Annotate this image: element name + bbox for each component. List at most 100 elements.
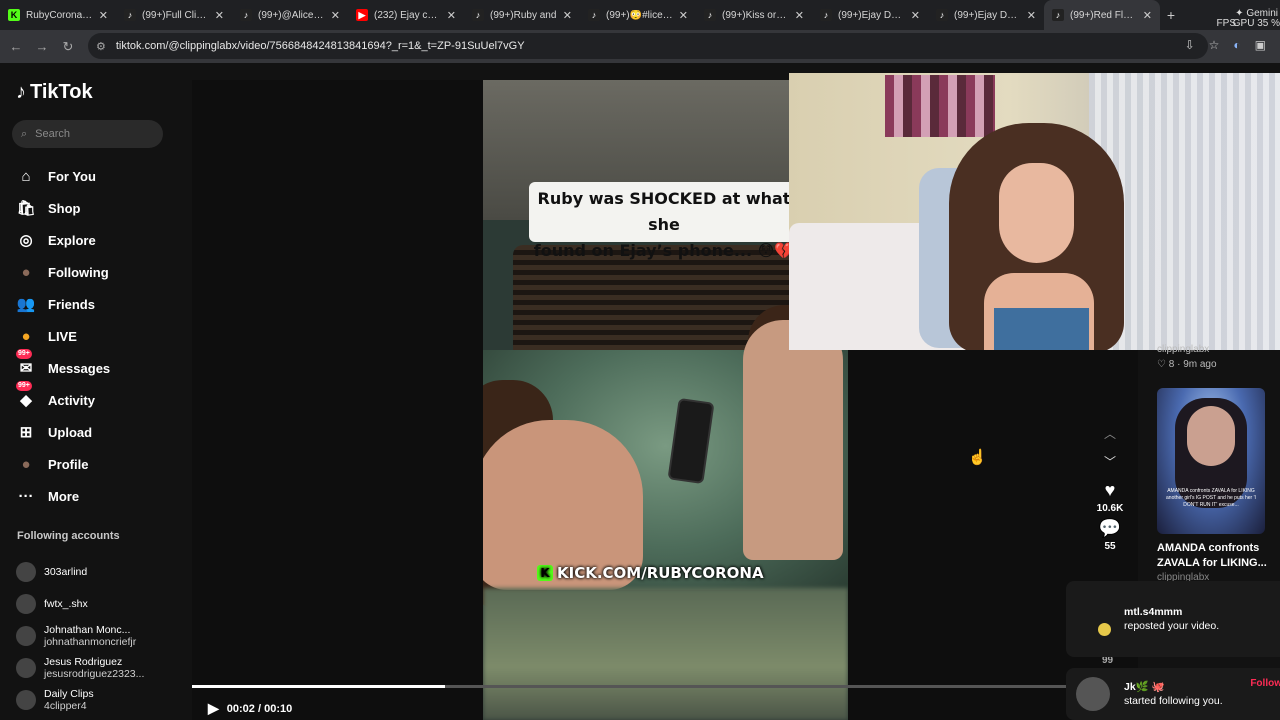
extensions-puzzle-icon[interactable]: ▣ — [1255, 38, 1266, 52]
follow-back-button[interactable]: Follow — [1250, 678, 1280, 689]
browser-tab[interactable]: ♪ (99+)Kiss or Slap ✕ — [696, 0, 812, 30]
tab-close-icon[interactable]: ✕ — [331, 9, 340, 22]
following-account-name: Jesus Rodriguez — [44, 656, 123, 668]
tab-close-icon[interactable]: ✕ — [99, 9, 108, 22]
following-account[interactable]: fwtx_.shx — [16, 588, 186, 620]
browser-tab[interactable]: K RubyCorona Str ✕ — [0, 0, 116, 30]
avatar — [16, 690, 36, 710]
sidebar-item-icon: ⊞ — [19, 424, 33, 441]
browser-tab[interactable]: ♪ (99+)😳#license ✕ — [580, 0, 696, 30]
sidebar-item-live[interactable]: ● LIVE — [16, 320, 186, 352]
notification-repost[interactable]: mtl.s4mmm reposted your video. — [1066, 581, 1280, 657]
sidebar-item-messages[interactable]: ✉ 99+ Messages — [16, 349, 186, 384]
search-icon: ⌕ — [21, 127, 28, 140]
video-blurred-area — [483, 588, 848, 720]
browser-tab[interactable]: ♪ (99+)@Alice Ro ✕ — [232, 0, 348, 30]
video-progress-bar[interactable] — [192, 685, 1066, 688]
browser-tab[interactable]: ♪ (99+)Ruby and ✕ — [464, 0, 580, 30]
back-icon[interactable]: ← — [3, 39, 29, 54]
tab-close-icon[interactable]: ✕ — [215, 9, 224, 22]
tab-title: (99+)Full Clip: Z — [142, 9, 209, 21]
sidebar-item-shop[interactable]: 🛍 Shop — [16, 192, 186, 224]
tab-close-icon[interactable]: ✕ — [679, 9, 688, 22]
tab-favicon-icon: K — [8, 9, 20, 21]
tab-favicon-icon: ♪ — [124, 9, 136, 21]
sidebar-item-icon: ● — [21, 263, 31, 281]
tab-close-icon[interactable]: ✕ — [795, 9, 804, 22]
install-icon[interactable]: ⇩ — [1185, 38, 1195, 52]
notification-message: reposted your video. — [1124, 620, 1220, 632]
browser-tab[interactable]: ♪ (99+)Full Clip: Z ✕ — [116, 0, 232, 30]
following-account-text: Daily Clips 4clipper4 — [44, 688, 94, 712]
sidebar-item-friends[interactable]: 👥 Friends — [16, 288, 186, 320]
tab-close-icon[interactable]: ✕ — [447, 9, 456, 22]
search-input[interactable]: ⌕ Search — [12, 120, 163, 148]
tab-close-icon[interactable]: ✕ — [1143, 9, 1152, 22]
feed-meta-top: ♡ 8 · 9m ago — [1157, 359, 1217, 370]
following-account-text: 303arlind — [44, 566, 87, 578]
browser-tab[interactable]: ♪ (99+)Red Flags ✕ — [1044, 0, 1160, 30]
gemini-button[interactable]: ✦ Gemini — [1235, 8, 1278, 19]
sidebar-item-explore[interactable]: ◎ Explore — [16, 224, 186, 256]
thumb-face — [1187, 406, 1235, 466]
reload-icon[interactable]: ↻ — [55, 39, 81, 55]
tab-title: (99+)Kiss or Slap — [722, 9, 789, 21]
following-account-text: fwtx_.shx — [44, 598, 88, 610]
avatar — [16, 594, 36, 614]
caption-line-2: found on Ejay’s phone... 😳💔 — [533, 241, 795, 260]
bookmark-star-icon[interactable]: ☆ — [1209, 38, 1220, 52]
video-time: 00:02 / 00:10 — [226, 702, 293, 715]
play-icon[interactable]: ▶ — [208, 700, 219, 717]
sidebar-item-label: Profile — [48, 456, 89, 472]
feed-author-top[interactable]: clippinglabx — [1157, 344, 1209, 355]
following-account[interactable]: Jesus Rodriguez jesusrodriguez2323... — [16, 652, 186, 684]
browser-tab[interactable]: ▶ (232) Ejay comp ✕ — [348, 0, 464, 30]
comment-count: 55 — [1104, 541, 1116, 552]
tab-favicon-icon: ♪ — [820, 9, 832, 21]
sidebar-item-more[interactable]: ··· More — [16, 480, 186, 512]
browser-tab[interactable]: ♪ (99+)Ejay DROW ✕ — [928, 0, 1044, 30]
webcam-overlay — [789, 73, 1280, 350]
tiktok-logo[interactable]: ♪ TikTok — [16, 81, 93, 104]
sidebar-item-following[interactable]: ● Following — [16, 256, 186, 288]
gemini-icon: ✦ — [1235, 8, 1247, 19]
following-account[interactable]: 303arlind — [16, 556, 186, 588]
tab-close-icon[interactable]: ✕ — [563, 9, 572, 22]
site-info-icon[interactable]: ⚙ — [96, 40, 106, 53]
tab-title: (232) Ejay comp — [374, 9, 441, 21]
comment-icon[interactable]: 💬 — [1090, 518, 1130, 539]
video-actions: ︿ ﹀ ♥ 10.6K 💬 55 — [1090, 420, 1130, 552]
playback-controls: ▶ 00:02 / 00:10 — [208, 700, 292, 717]
notification-avatar — [1076, 677, 1110, 711]
sidebar-item-upload[interactable]: ⊞ Upload — [16, 416, 186, 448]
following-account[interactable]: Daily Clips 4clipper4 — [16, 684, 186, 716]
feed-video-title[interactable]: AMANDA confronts ZAVALA for LIKING... — [1157, 541, 1275, 571]
tab-title: (99+)Ejay DROW — [838, 9, 905, 21]
sidebar-item-for-you[interactable]: ⌂ For You — [16, 160, 186, 192]
browser-tab-bar: K RubyCorona Str ✕ ♪ (99+)Full Clip: Z ✕ ♪ (99+… — [0, 0, 1280, 30]
forward-icon[interactable]: → — [29, 39, 55, 54]
tab-close-icon[interactable]: ✕ — [1027, 9, 1036, 22]
browser-tab[interactable]: ♪ (99+)Ejay DROW ✕ — [812, 0, 928, 30]
tab-close-icon[interactable]: ✕ — [911, 9, 920, 22]
following-account[interactable]: Johnathan Monc... johnathanmoncriefjr — [16, 620, 186, 652]
tab-favicon-icon: ▶ — [356, 9, 368, 21]
sidebar-item-label: Upload — [48, 424, 93, 440]
notification-badge: 99+ — [16, 349, 32, 359]
extension-icon[interactable]: ◐ — [1233, 38, 1240, 52]
notification-message: started following you. — [1124, 695, 1223, 707]
url-text: tiktok.com/@clippinglabx/video/756684842… — [115, 40, 525, 52]
sidebar-item-activity[interactable]: ◆ 99+ Activity — [16, 381, 186, 416]
next-video-icon[interactable]: ﹀ — [1090, 448, 1130, 476]
new-tab-button[interactable]: + — [1160, 7, 1182, 23]
like-heart-icon[interactable]: ♥ — [1090, 480, 1130, 501]
tab-favicon-icon: ♪ — [240, 9, 252, 21]
search-placeholder: Search — [35, 128, 71, 140]
notification-follow[interactable]: Jk🌿 🐙 started following you. Follow — [1066, 668, 1280, 720]
previous-video-icon[interactable]: ︿ — [1090, 420, 1130, 448]
address-toolbar: ← → ↻ ⚙ tiktok.com/@clippinglabx/video/7… — [0, 30, 1280, 63]
following-account-name: fwtx_.shx — [44, 598, 88, 610]
feed-video-thumbnail[interactable]: AMANDA confronts ZAVALA for LIKING anoth… — [1157, 388, 1265, 534]
url-bar[interactable]: ⚙ tiktok.com/@clippinglabx/video/7566848… — [88, 33, 1208, 59]
sidebar-item-profile[interactable]: ● Profile — [16, 448, 186, 480]
